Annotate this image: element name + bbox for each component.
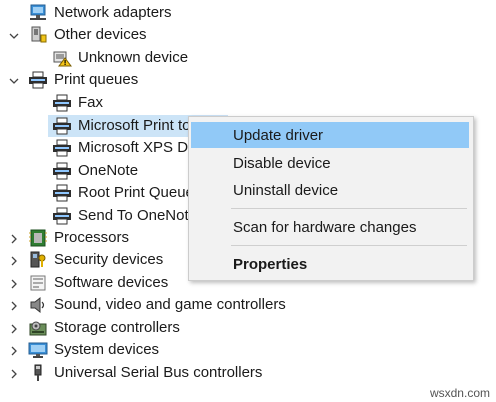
monitor-icon (28, 341, 48, 359)
chevron-right-icon[interactable] (8, 255, 20, 267)
chevron-right-icon[interactable] (8, 345, 20, 357)
chevron-right-icon[interactable] (8, 368, 20, 380)
tree-item-label: System devices (54, 341, 160, 358)
software-device-icon (28, 274, 48, 292)
security-key-icon (28, 251, 48, 269)
tree-item-system-devices[interactable]: System devices (28, 339, 159, 361)
printer-icon (52, 162, 72, 180)
tree-item-label: Sound, video and game controllers (54, 296, 286, 313)
chevron-right-icon[interactable] (8, 300, 20, 312)
processor-icon (28, 229, 48, 247)
tree-item-label: Send To OneNote (78, 207, 197, 224)
tree-item-label: Software devices (54, 274, 169, 291)
tree-item-security-devices[interactable]: Security devices (28, 249, 163, 271)
tree-item-label: Unknown device (78, 49, 189, 66)
tree-item-label: Fax (78, 94, 104, 111)
printer-icon (52, 94, 72, 112)
storage-controller-icon (28, 319, 48, 337)
menu-item-label: Scan for hardware changes (233, 218, 417, 236)
tree-item-label: Processors (54, 229, 130, 246)
menu-item-label: Properties (233, 255, 308, 273)
context-menu: Update driver Disable device Uninstall d… (188, 116, 474, 281)
menu-item-disable-device[interactable]: Disable device (191, 150, 469, 176)
tree-item-label: Other devices (54, 26, 147, 43)
menu-separator (231, 208, 467, 209)
tree-item-other-devices[interactable]: Other devices (28, 24, 147, 46)
tree-item-fax[interactable]: Fax (52, 92, 103, 114)
tree-item-onenote[interactable]: OneNote (52, 160, 138, 182)
tree-item-storage-controllers[interactable]: Storage controllers (28, 317, 180, 339)
unknown-device-icon (52, 49, 72, 67)
chevron-right-icon[interactable] (8, 233, 20, 245)
tree-item-send-to-onenote[interactable]: Send To OneNote (52, 205, 197, 227)
speaker-icon (28, 296, 48, 314)
tree-item-label: Universal Serial Bus controllers (54, 364, 263, 381)
tree-item-processors[interactable]: Processors (28, 227, 129, 249)
tree-item-label: Security devices (54, 251, 164, 268)
chevron-right-icon[interactable] (8, 278, 20, 290)
chevron-down-icon[interactable] (8, 30, 20, 42)
tree-item-usb-controllers[interactable]: Universal Serial Bus controllers (28, 362, 262, 384)
other-devices-icon (28, 26, 48, 44)
tree-item-label: OneNote (78, 162, 139, 179)
tree-item-label: Print queues (54, 71, 139, 88)
menu-item-label: Disable device (233, 154, 331, 172)
usb-icon (28, 364, 48, 382)
printer-icon (52, 139, 72, 157)
menu-item-label: Update driver (233, 126, 324, 144)
chevron-down-icon[interactable] (8, 75, 20, 87)
menu-item-update-driver[interactable]: Update driver (191, 122, 469, 148)
tree-item-label: Microsoft Print to (78, 117, 191, 134)
tree-item-print-queues[interactable]: Print queues (28, 69, 138, 91)
menu-item-properties[interactable]: Properties (191, 251, 469, 277)
tree-item-label: Storage controllers (54, 319, 180, 336)
watermark: wsxdn.com (429, 386, 490, 400)
tree-item-label: Network adapters (54, 4, 172, 21)
printer-icon (52, 207, 72, 225)
network-adapter-icon (28, 4, 48, 22)
tree-item-label: Microsoft XPS Do (78, 139, 197, 156)
tree-item-microsoft-xps[interactable]: Microsoft XPS Do (52, 137, 196, 159)
printer-icon (52, 184, 72, 202)
tree-item-root-print-queue[interactable]: Root Print Queue (52, 182, 194, 204)
tree-item-sound-video-game[interactable]: Sound, video and game controllers (28, 294, 286, 316)
printer-icon (52, 117, 72, 135)
tree-item-unknown-device[interactable]: Unknown device (52, 47, 188, 69)
printer-icon (28, 71, 48, 89)
menu-separator (231, 245, 467, 246)
tree-item-software-devices[interactable]: Software devices (28, 272, 168, 294)
menu-item-label: Uninstall device (233, 181, 339, 199)
chevron-right-icon[interactable] (8, 323, 20, 335)
menu-item-uninstall-device[interactable]: Uninstall device (191, 177, 469, 203)
menu-item-scan-hardware[interactable]: Scan for hardware changes (191, 214, 469, 240)
tree-item-network-adapters[interactable]: Network adapters (28, 2, 172, 24)
tree-item-label: Root Print Queue (78, 184, 194, 201)
